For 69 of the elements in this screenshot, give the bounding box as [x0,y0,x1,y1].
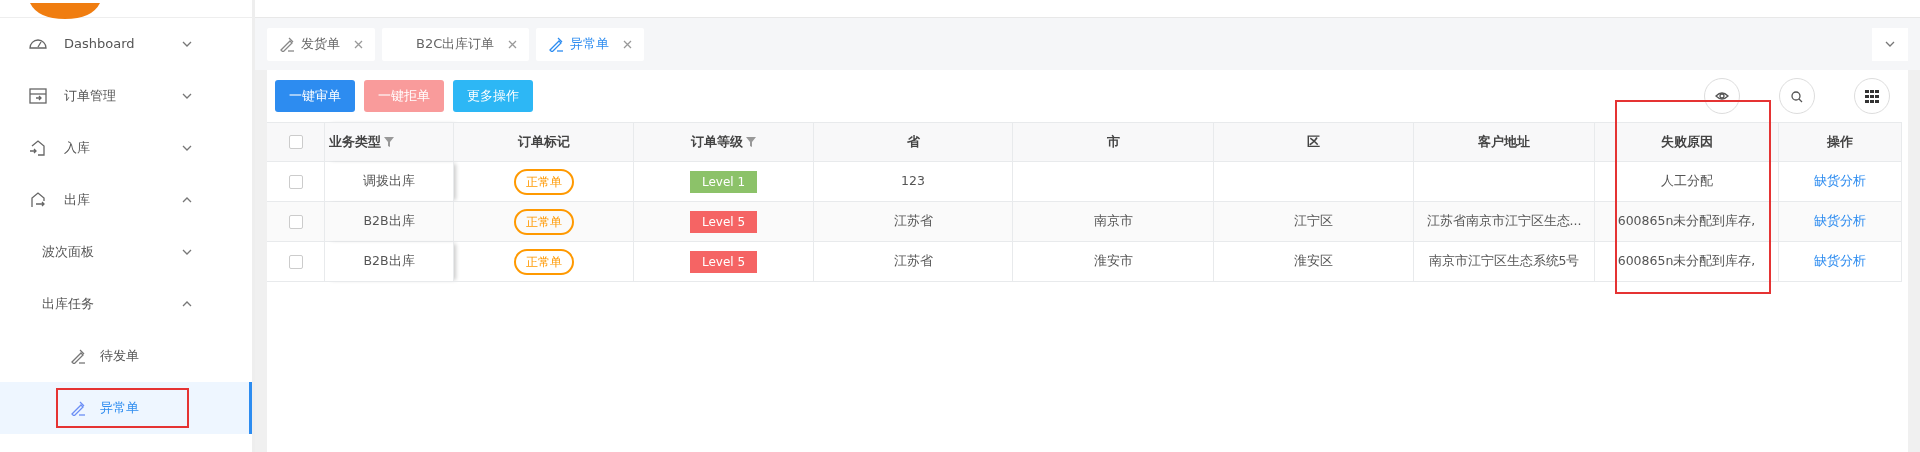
checkbox[interactable] [288,214,303,229]
column-header: 区 [1307,132,1320,151]
icon-button[interactable] [1704,78,1740,114]
grid-icon [1865,89,1879,103]
table-cell: 600865n未分配到库存, [1617,252,1756,271]
sidebar-item[interactable]: 出库任务 [0,278,252,330]
sidebar-item[interactable]: 异常单 [0,382,252,434]
column-header: 业务类型 [329,132,381,151]
sidebar-item[interactable]: 波次面板 [0,226,252,278]
tab[interactable]: 异常单 [536,27,645,61]
close-icon [508,39,518,49]
table-cell: 江苏省南京市江宁区生态... [1426,212,1582,231]
logo-icon [30,2,100,19]
house-arrow-icon [28,190,48,210]
column-header: 订单等级 [691,132,743,151]
table-cell: 调拨出库 [363,172,415,191]
level-badge: Level 5 [689,250,758,273]
table-cell: 123 [901,172,925,191]
level-badge: Level 5 [689,210,758,233]
table-cell: 江苏省 [893,252,933,271]
pen-icon [70,400,86,416]
tag: 正常单 [513,248,574,275]
dropdown-button[interactable] [1872,27,1908,61]
sidebar-item[interactable]: 入库 [0,122,252,174]
tab[interactable]: 发货单 [267,27,375,61]
highlight-box: 异常单 [56,388,189,428]
column-header: 省 [906,132,920,151]
checkbox[interactable] [288,254,303,269]
sidebar-item[interactable]: 待发单 [0,330,252,382]
checkbox[interactable] [288,135,303,149]
table-cell: B2B出库 [363,212,415,231]
search-icon [1790,89,1804,103]
table-cell: 600865n未分配到库存, [1617,212,1756,231]
table-cell: B2B出库 [363,252,415,271]
icon-button[interactable] [1854,78,1890,114]
checkbox[interactable] [288,174,303,189]
sidebar-item[interactable]: 出库 [0,174,252,226]
sidebar-item[interactable]: 订单管理 [0,70,252,122]
pen-icon [279,36,295,52]
table-cell: 南京市 [1093,212,1133,231]
chevron-down-icon [1885,41,1895,47]
tab[interactable]: B2C出库订单 [382,27,530,61]
table-cell: 南京市江宁区生态系统5号 [1428,252,1580,271]
column-header: 市 [1106,132,1120,151]
column-header: 失败原因 [1660,132,1713,151]
tag: 正常单 [513,168,574,195]
column-header: 客户地址 [1478,132,1530,151]
close-icon [354,39,363,49]
table-cell: 淮安市 [1093,252,1133,271]
link[interactable]: 缺货分析 [1814,252,1866,271]
filter-icon [746,137,756,147]
eye-icon [1715,89,1729,103]
tag: 正常单 [513,208,574,235]
link[interactable]: 缺货分析 [1814,172,1866,191]
column-header: 订单标记 [517,132,570,151]
pen-icon [548,36,565,52]
action-button[interactable]: 一键审单 [275,80,355,112]
filter-icon [384,137,394,147]
column-header: 操作 [1827,132,1853,151]
table-cell: 人工分配 [1660,172,1713,191]
box-icon [28,86,48,106]
close-icon [623,39,633,49]
level-badge: Level 1 [689,170,758,193]
house-arrow-icon [28,138,48,158]
pen-icon [70,348,86,364]
table-cell: 江宁区 [1294,212,1333,231]
sidebar-item[interactable]: Dashboard [0,18,252,70]
table-cell: 淮安区 [1294,252,1333,271]
table-cell: 江苏省 [893,212,933,231]
